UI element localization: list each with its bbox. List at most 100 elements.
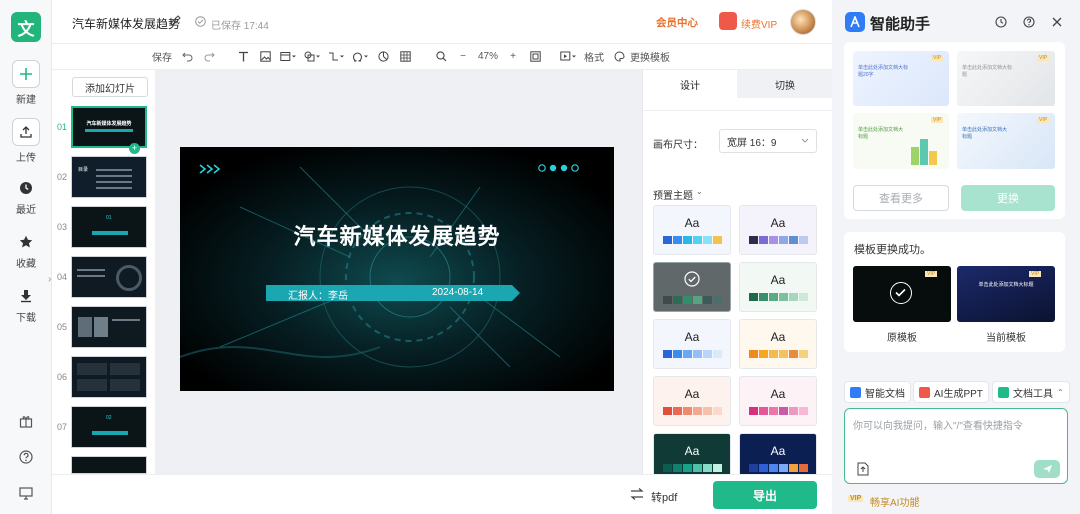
document-title[interactable]: 汽车新媒体发展趋势 bbox=[72, 15, 180, 32]
template-option[interactable]: 单击此处添加文档大标题 VIP bbox=[957, 113, 1055, 169]
chip-ai-ppt[interactable]: AI生成PPT bbox=[913, 381, 989, 403]
original-template-preview[interactable]: VIP bbox=[853, 266, 951, 322]
member-center-link[interactable]: 会员中心 bbox=[656, 15, 698, 30]
current-template-preview[interactable]: 单击此处添加文档大标题 VIP bbox=[957, 266, 1055, 322]
media-dropdown-icon[interactable] bbox=[276, 47, 300, 67]
rail-favorite[interactable]: 收藏 bbox=[0, 232, 52, 270]
collapse-arrow-icon[interactable]: › bbox=[48, 274, 51, 285]
template-suggestions-card: 单击此处添加文档大标题20字 VIP 单击此处添加文档大标题 VIP 单击此处添… bbox=[844, 42, 1065, 219]
assistant-input-box[interactable]: 你可以向我提问，输入"/"查看快捷指令 bbox=[844, 408, 1068, 484]
monitor-icon[interactable] bbox=[19, 486, 33, 503]
slide-reporter[interactable]: 汇报人：李岳 bbox=[288, 287, 348, 302]
zoom-level[interactable]: 47% bbox=[474, 47, 502, 67]
zoom-in-button[interactable]: + bbox=[502, 47, 524, 67]
replace-template-button[interactable]: 更换模板 bbox=[630, 47, 674, 67]
template-option[interactable]: 单击此处添加文档大标题 VIP bbox=[957, 51, 1055, 106]
redo-icon[interactable] bbox=[198, 47, 220, 67]
template-option[interactable]: 单击此处添加文档大标题 VIP bbox=[853, 113, 949, 169]
add-slide-button[interactable]: 添加幻灯片 bbox=[72, 77, 148, 97]
slide-thumb-row[interactable]: 07 02 bbox=[52, 406, 155, 450]
palette-icon[interactable] bbox=[608, 47, 630, 67]
theme-option[interactable]: Aa bbox=[653, 205, 731, 255]
image-icon[interactable] bbox=[254, 47, 276, 67]
theme-option[interactable]: Aa bbox=[653, 376, 731, 426]
fit-screen-icon[interactable] bbox=[524, 47, 546, 67]
theme-option[interactable] bbox=[653, 262, 731, 312]
format-button[interactable]: 格式 bbox=[580, 47, 608, 67]
slide-thumbnail-partial[interactable] bbox=[71, 456, 147, 474]
zoom-out-button[interactable]: − bbox=[452, 47, 474, 67]
color-swatch bbox=[778, 464, 788, 472]
preset-theme-label[interactable]: 预置主题 bbox=[653, 187, 693, 202]
save-button[interactable]: 保存 bbox=[148, 47, 176, 67]
add-after-icon[interactable]: + bbox=[129, 143, 140, 154]
view-more-button[interactable]: 查看更多 bbox=[853, 185, 949, 211]
slide-title[interactable]: 汽车新媒体发展趋势 bbox=[180, 219, 614, 251]
history-icon[interactable] bbox=[995, 16, 1007, 31]
enjoy-ai-link[interactable]: 畅享AI功能 bbox=[870, 494, 919, 509]
connector-dropdown-icon[interactable] bbox=[324, 47, 348, 67]
slide-thumbnail[interactable] bbox=[71, 306, 147, 348]
search-icon[interactable] bbox=[430, 47, 452, 67]
export-button[interactable]: 导出 bbox=[713, 481, 817, 509]
help-icon[interactable] bbox=[19, 450, 33, 467]
slide-thumb-row[interactable]: 05 bbox=[52, 306, 155, 350]
original-template-label: 原模板 bbox=[887, 333, 917, 344]
arrow-right-icon[interactable]: › bbox=[916, 493, 919, 504]
slide-thumbnail[interactable] bbox=[71, 256, 147, 298]
slide-thumbnail[interactable]: 汽车新媒体发展趋势 bbox=[71, 106, 147, 148]
rail-upload[interactable]: 上传 bbox=[0, 118, 52, 164]
slide-thumbnail[interactable]: 02 bbox=[71, 406, 147, 448]
send-button[interactable] bbox=[1034, 460, 1060, 478]
theme-sample-text: Aa bbox=[770, 330, 786, 344]
slide-thumb-row[interactable]: 03 01 bbox=[52, 206, 155, 250]
theme-option[interactable]: Aa bbox=[739, 376, 817, 426]
convert-icon[interactable] bbox=[630, 488, 644, 503]
theme-option[interactable]: Aa bbox=[739, 205, 817, 255]
color-swatch bbox=[692, 407, 702, 415]
template-option[interactable]: 单击此处添加文档大标题20字 VIP bbox=[853, 51, 949, 106]
slide-thumb-row[interactable]: 04 bbox=[52, 256, 155, 300]
rail-new-label: 新建 bbox=[16, 95, 36, 106]
slide-thumb-row[interactable]: 02 目录 bbox=[52, 156, 155, 200]
chip-smart-doc[interactable]: 智能文档 bbox=[844, 381, 911, 403]
theme-option[interactable]: Aa bbox=[739, 262, 817, 312]
close-icon[interactable] bbox=[1051, 16, 1063, 31]
table-icon[interactable] bbox=[394, 47, 416, 67]
app-logo[interactable]: 文 bbox=[11, 12, 41, 42]
slide-thumb-row[interactable]: 06 bbox=[52, 356, 155, 400]
rail-new[interactable]: 新建 bbox=[0, 60, 52, 106]
text-icon[interactable] bbox=[232, 47, 254, 67]
chip-label: AI生成PPT bbox=[934, 388, 983, 400]
present-dropdown-icon[interactable] bbox=[556, 47, 580, 67]
chip-doc-tools[interactable]: 文档工具 ⌃ bbox=[992, 381, 1070, 403]
symbol-dropdown-icon[interactable] bbox=[348, 47, 372, 67]
renew-vip-link[interactable]: 续费VIP bbox=[741, 16, 777, 31]
slide-thumbnail[interactable] bbox=[71, 356, 147, 398]
help-circle-icon[interactable] bbox=[1023, 16, 1035, 31]
user-avatar[interactable] bbox=[790, 9, 816, 35]
attach-file-icon[interactable] bbox=[857, 462, 869, 479]
tab-design[interactable]: 设计 bbox=[643, 70, 737, 98]
slide-canvas[interactable]: 汽车新媒体发展趋势 汇报人：李岳 2024-08-14 bbox=[180, 147, 614, 391]
theme-option[interactable]: Aa bbox=[653, 319, 731, 369]
rail-download[interactable]: 下载 bbox=[0, 286, 52, 324]
edit-title-icon[interactable] bbox=[170, 15, 181, 29]
canvas-size-select[interactable]: 宽屏 16：9 bbox=[719, 129, 817, 153]
slide-thumb-row[interactable]: 01 汽车新媒体发展趋势 + bbox=[52, 106, 155, 154]
to-pdf-button[interactable]: 转pdf bbox=[651, 489, 677, 505]
slide-thumbnail[interactable]: 01 bbox=[71, 206, 147, 248]
gift-icon[interactable] bbox=[19, 414, 33, 431]
tab-transition[interactable]: 切换 bbox=[737, 70, 833, 98]
replace-button[interactable]: 更换 bbox=[961, 185, 1055, 211]
rail-download-label: 下载 bbox=[16, 313, 36, 324]
theme-option[interactable]: Aa bbox=[739, 319, 817, 369]
chart-icon[interactable] bbox=[372, 47, 394, 67]
preset-chevron-icon[interactable]: ⌄ bbox=[696, 187, 703, 196]
shapes-dropdown-icon[interactable] bbox=[300, 47, 324, 67]
canvas-size-label: 画布尺寸： bbox=[653, 140, 703, 151]
rail-recent[interactable]: 最近 bbox=[0, 178, 52, 216]
undo-icon[interactable] bbox=[176, 47, 198, 67]
slide-date[interactable]: 2024-08-14 bbox=[432, 287, 483, 298]
slide-thumbnail[interactable]: 目录 bbox=[71, 156, 147, 198]
